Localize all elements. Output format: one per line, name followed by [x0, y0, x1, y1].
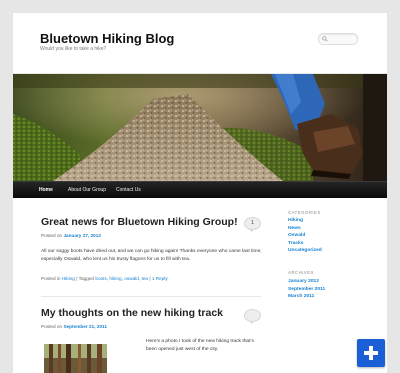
plus-icon	[364, 346, 378, 360]
archive-item[interactable]: January 2012	[288, 278, 325, 286]
post-excerpt: All our soggy boots have dried out, and …	[41, 249, 262, 263]
post-title[interactable]: Great news for Bluetown Hiking Group!	[41, 216, 238, 228]
category-link[interactable]: Hiking	[62, 276, 75, 281]
comment-count-bubble[interactable]: 1	[244, 217, 261, 232]
post-date-line: Posted on January 27, 2012	[41, 233, 101, 238]
nav-item-about-our-group[interactable]: About Our Group	[68, 182, 106, 198]
posted-on-label: Posted on	[41, 233, 63, 238]
search-icon	[322, 36, 328, 42]
nav-item-contact-us[interactable]: Contact Us	[116, 182, 141, 198]
post-title[interactable]: My thoughts on the new hiking track	[41, 307, 223, 319]
category-item[interactable]: Uncategorized	[288, 247, 322, 255]
post-date-line: Posted on September 21, 2011	[41, 324, 107, 329]
tag-link[interactable]: tea	[141, 276, 148, 281]
category-item[interactable]: News	[288, 225, 322, 233]
tag-link[interactable]: oswald	[124, 276, 139, 281]
header-banner-image	[13, 74, 387, 181]
reply-link[interactable]: 1 Reply	[152, 276, 168, 281]
comment-bubble[interactable]	[244, 309, 261, 324]
categories-widget-title: CATEGORIES	[288, 210, 321, 215]
search-box[interactable]	[318, 33, 358, 45]
archives-list: January 2012 September 2011 March 2011	[288, 278, 325, 301]
post-date-link[interactable]: January 27, 2012	[63, 233, 101, 238]
search-input[interactable]	[330, 34, 355, 44]
category-item[interactable]: Tracks	[288, 240, 322, 248]
posted-in-label: Posted in	[41, 276, 61, 281]
floating-add-button[interactable]	[357, 339, 385, 367]
archives-widget-title: ARCHIVES	[288, 270, 314, 275]
page: Bluetown Hiking Blog Would you like to t…	[13, 13, 387, 373]
main-navigation: Home About Our Group Contact Us	[13, 181, 387, 198]
archive-item[interactable]: September 2011	[288, 286, 325, 294]
post-excerpt: Here's a photo I took of the new hiking …	[146, 339, 254, 353]
archive-item[interactable]: March 2011	[288, 293, 325, 301]
category-item[interactable]: Oswald	[288, 232, 322, 240]
post-meta: Posted in Hiking | Tagged boots, hiking,…	[41, 276, 168, 281]
posted-on-label: Posted on	[41, 324, 63, 329]
tag-link[interactable]: hiking	[109, 276, 121, 281]
nav-item-home[interactable]: Home	[39, 182, 53, 198]
category-item[interactable]: Hiking	[288, 217, 322, 225]
site-description: Would you like to take a hike?	[40, 46, 107, 52]
post-divider	[41, 296, 261, 297]
tag-link[interactable]: boots	[95, 276, 106, 281]
site-title[interactable]: Bluetown Hiking Blog	[40, 31, 174, 46]
reply-separator: |	[149, 276, 151, 281]
tagged-label: | Tagged	[76, 276, 95, 281]
categories-list: Hiking News Oswald Tracks Uncategorized	[288, 217, 322, 255]
post-date-link[interactable]: September 21, 2011	[63, 324, 107, 329]
